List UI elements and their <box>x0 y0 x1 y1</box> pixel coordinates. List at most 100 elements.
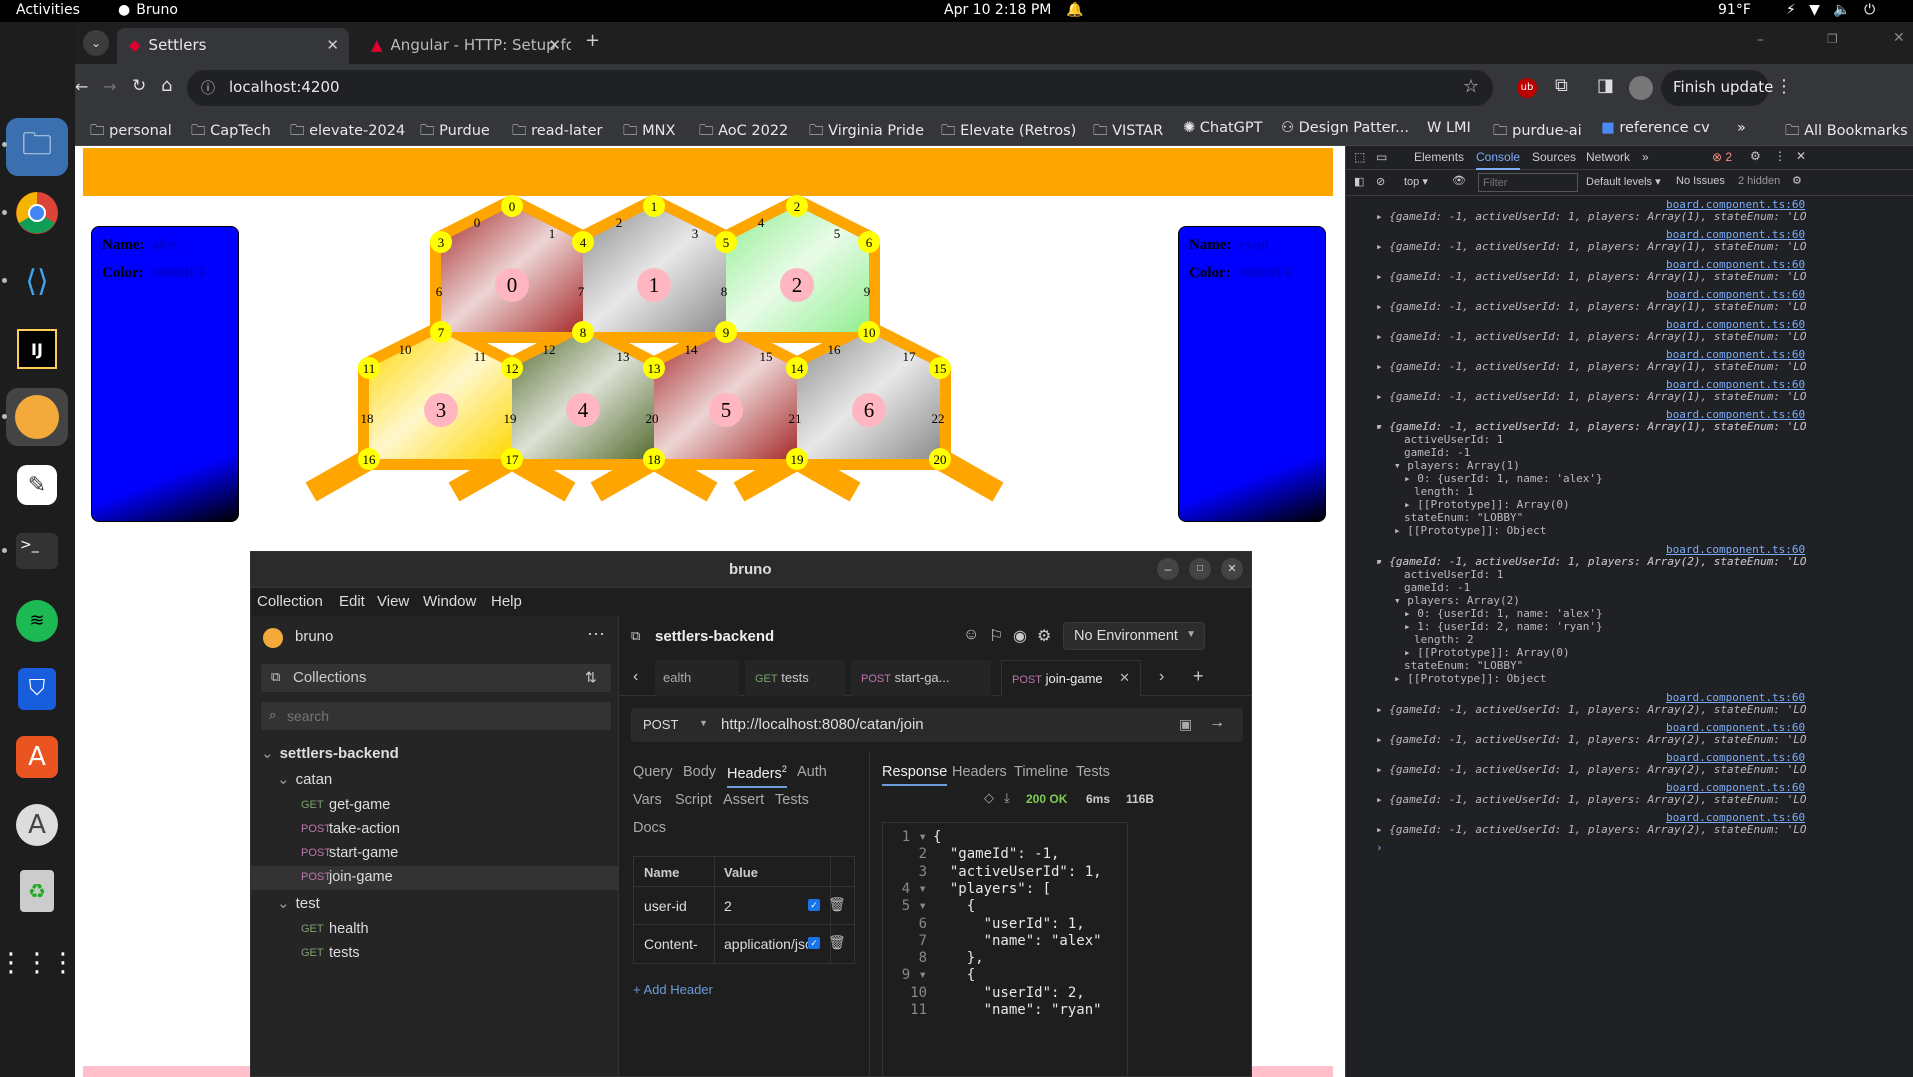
close-icon[interactable]: ✕ <box>1221 558 1243 580</box>
bookmark-elevate-retros[interactable]: 🗀 Elevate (Retros) <box>941 120 1076 145</box>
menu-view[interactable]: View <box>377 593 409 610</box>
menu-edit[interactable]: Edit <box>339 593 365 610</box>
clear-console-icon[interactable]: ⊘ <box>1376 175 1385 188</box>
request-tests[interactable]: GET tests <box>301 942 619 966</box>
folder-test[interactable]: ⌄ test <box>277 894 320 912</box>
filter-input[interactable] <box>1478 173 1578 192</box>
site-info-icon[interactable]: ⓘ <box>201 78 215 98</box>
tab-timeline[interactable]: Timeline <box>1014 764 1068 780</box>
tab-res-tests[interactable]: Tests <box>1076 764 1110 780</box>
spotify-icon[interactable]: ≋ <box>6 592 68 650</box>
collections-header[interactable]: ⧉ Collections ⇅ <box>261 664 611 692</box>
request-take-action[interactable]: POST take-action <box>301 818 619 842</box>
profile-avatar[interactable] <box>1629 76 1653 100</box>
request-health[interactable]: GET health <box>301 918 619 942</box>
search-input[interactable] <box>287 706 587 726</box>
inspect-icon[interactable]: ⬚ <box>1354 150 1365 164</box>
finish-update-button[interactable]: Finish update <box>1661 70 1773 106</box>
environment-select[interactable]: No Environment ▼ <box>1063 622 1205 650</box>
req-tab-health[interactable]: ealth <box>655 660 739 696</box>
bookmark-aoc-2022[interactable]: 🗀 AoC 2022 <box>699 120 788 145</box>
tab-console[interactable]: Console <box>1476 150 1521 170</box>
back-icon[interactable]: ← <box>75 77 99 96</box>
ublock-icon[interactable]: ub <box>1517 78 1537 98</box>
request-get-game[interactable]: GET get-game <box>301 794 619 818</box>
tab-assert[interactable]: Assert <box>723 792 764 808</box>
close-devtools-icon[interactable]: ✕ <box>1796 149 1806 163</box>
close-window-icon[interactable]: ✕ <box>1893 30 1905 46</box>
forward-icon[interactable]: → <box>103 77 116 96</box>
tab-script[interactable]: Script <box>675 792 712 808</box>
tab-auth[interactable]: Auth <box>797 764 827 780</box>
response-body[interactable]: 1 ▾ {2 "gameId": -1, 3 "activeUserId": 1, 4… <box>882 822 1128 1076</box>
request-start-game[interactable]: POST start-game <box>301 842 619 866</box>
bookmark-design-patterns[interactable]: ⚇ Design Patter... <box>1281 120 1409 136</box>
context-select[interactable]: top ▾ <box>1404 175 1428 188</box>
variables-eye-icon[interactable]: ◉ <box>1013 626 1027 646</box>
enable-checkbox[interactable]: ✓ <box>808 899 820 911</box>
obs-icon[interactable]: ✎ <box>6 456 68 514</box>
header-name[interactable]: Content- <box>644 936 698 952</box>
download-icon[interactable]: ⤓ <box>1004 790 1010 806</box>
settings-icon[interactable]: ⚙ <box>1037 626 1051 646</box>
header-value[interactable]: application/jso <box>724 936 808 952</box>
collection-settings-icon[interactable]: ☺ <box>963 626 979 644</box>
new-tab-icon[interactable]: + <box>585 30 600 51</box>
bookmark-lmi[interactable]: W LMI <box>1427 120 1471 136</box>
bookmark-read-later[interactable]: 🗀 read-later <box>512 120 602 145</box>
sidebar-toggle-icon[interactable]: ◧ <box>1354 175 1364 188</box>
enable-checkbox[interactable]: ✓ <box>808 937 820 949</box>
updater-icon[interactable]: A <box>6 796 68 854</box>
bookmark-star-icon[interactable]: ☆ <box>1463 76 1479 97</box>
bruno-dog-icon[interactable] <box>6 388 68 446</box>
tab-docs[interactable]: Docs <box>633 820 666 836</box>
maximize-icon[interactable]: ❐ <box>1827 32 1838 46</box>
maximize-icon[interactable]: □ <box>1189 558 1211 580</box>
request-join-game[interactable]: POST join-game <box>251 866 619 890</box>
req-tab-tests[interactable]: GET tests <box>745 660 845 696</box>
tab-search-chevron-icon[interactable]: ⌄ <box>83 30 109 56</box>
clear-response-icon[interactable]: ◇ <box>984 790 994 806</box>
close-tab-icon[interactable]: ✕ <box>326 36 339 54</box>
tab-response[interactable]: Response <box>882 764 948 786</box>
clock[interactable]: Apr 10 2:18 PM <box>944 2 1051 18</box>
bookmark-mnx[interactable]: 🗀 MNX <box>623 120 675 145</box>
add-header-button[interactable]: + Add Header <box>633 982 713 997</box>
extensions-icon[interactable]: ⧉ <box>1555 75 1568 96</box>
tab-settlers[interactable]: ◆ Settlers ✕ <box>117 28 349 64</box>
app-center-icon[interactable]: A <box>6 728 68 786</box>
settings-gear-icon[interactable]: ⚙ <box>1750 149 1761 163</box>
app-menu[interactable]: ● Bruno <box>118 2 178 18</box>
tab-tests[interactable]: Tests <box>775 792 809 808</box>
files-icon[interactable]: 🗀 <box>6 118 68 176</box>
header-name[interactable]: user-id <box>644 898 687 914</box>
close-tab-icon[interactable]: ✕ <box>1119 670 1130 686</box>
intellij-icon[interactable]: IJ <box>6 320 68 378</box>
header-value[interactable]: 2 <box>724 898 732 914</box>
trash-icon[interactable]: ♻ <box>6 862 68 920</box>
all-bookmarks[interactable]: 🗀 All Bookmarks <box>1785 120 1908 145</box>
error-badge[interactable]: ⊗ 2 <box>1712 150 1732 164</box>
req-tab-join-game[interactable]: POST join-game ✕ <box>1001 660 1141 696</box>
bitwarden-icon[interactable]: ⛉ <box>6 660 68 718</box>
delete-trash-icon[interactable]: 🗑 <box>828 896 846 913</box>
bookmark-captech[interactable]: 🗀 CapTech <box>191 120 271 145</box>
tabs-scroll-right-icon[interactable]: › <box>1159 668 1164 686</box>
runner-icon[interactable]: ⚐ <box>989 626 1003 646</box>
tab-elements[interactable]: Elements <box>1414 150 1464 164</box>
bookmark-personal[interactable]: 🗀 personal <box>90 120 172 145</box>
tab-angular-http[interactable]: ▲ Angular - HTTP: Setup fo ✕ <box>359 28 571 64</box>
tabs-scroll-left-icon[interactable]: ‹ <box>633 668 638 686</box>
send-arrow-icon[interactable]: → <box>1209 714 1225 732</box>
delete-trash-icon[interactable]: 🗑 <box>828 934 846 951</box>
home-icon[interactable]: ⌂ <box>161 75 172 96</box>
tab-res-headers[interactable]: Headers <box>952 764 1007 780</box>
menu-help[interactable]: Help <box>491 593 522 610</box>
minimize-icon[interactable]: – <box>1757 32 1764 48</box>
reload-icon[interactable]: ↻ <box>132 76 146 96</box>
side-panel-icon[interactable]: ◨ <box>1597 75 1614 96</box>
search-box[interactable]: ⌕ <box>261 702 611 730</box>
devtools-menu-icon[interactable]: ⋮ <box>1774 149 1786 163</box>
activities-button[interactable]: Activities <box>16 2 80 18</box>
new-request-tab-icon[interactable]: + <box>1193 666 1204 687</box>
